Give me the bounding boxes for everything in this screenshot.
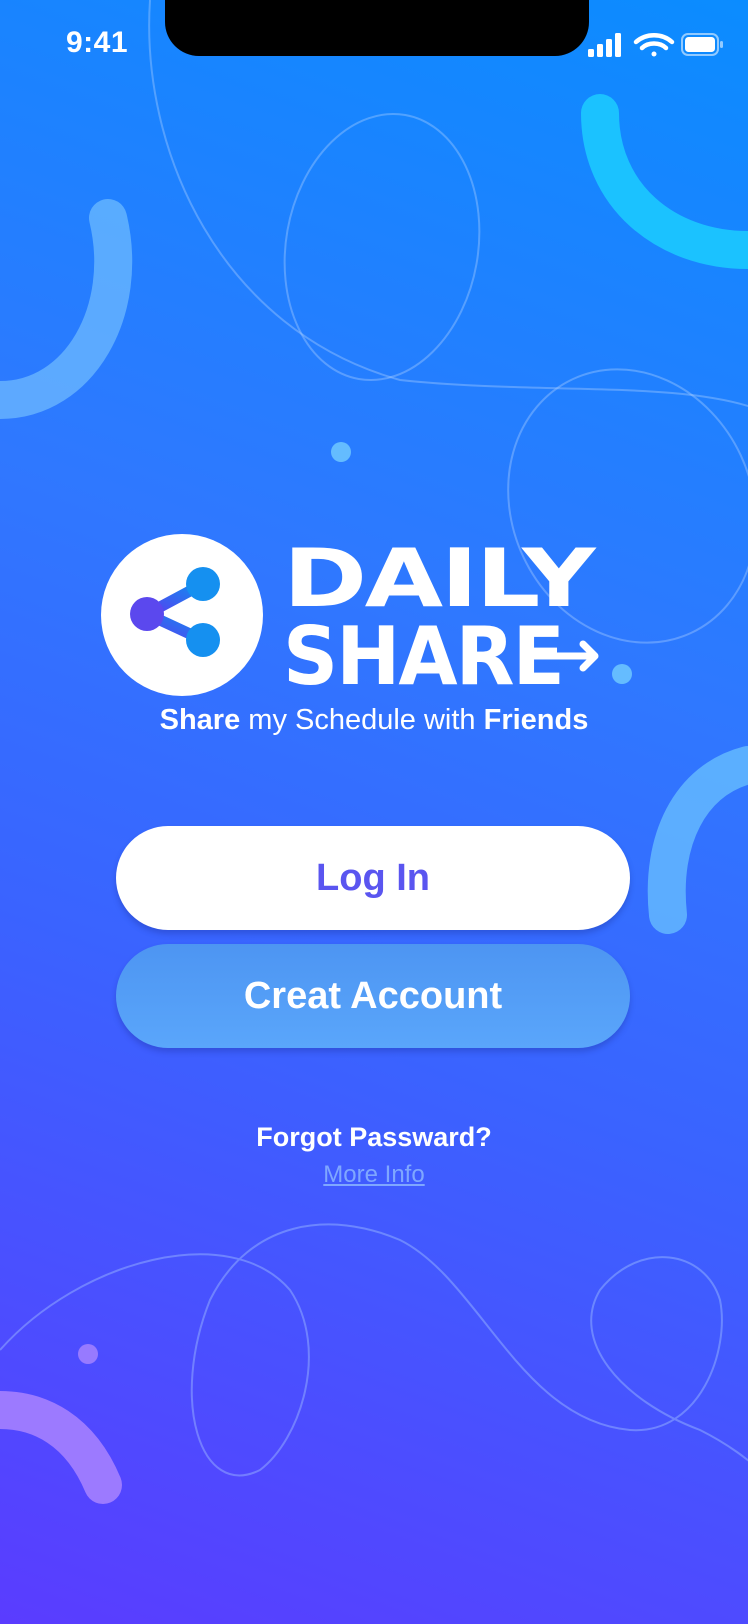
forgot-password-link[interactable]: Forgot Passward?	[0, 1122, 748, 1153]
battery-icon	[681, 33, 723, 56]
create-account-button[interactable]: Creat Account	[116, 944, 630, 1048]
background-decoration	[0, 0, 748, 1504]
login-button[interactable]: Log In	[116, 826, 630, 930]
wifi-icon	[633, 33, 675, 57]
wordmark-share: SHARE	[283, 610, 563, 694]
device-notch	[165, 0, 589, 56]
status-time: 9:41	[66, 26, 129, 59]
app-logo	[101, 534, 263, 696]
signal-icon	[588, 33, 621, 57]
more-info-link[interactable]: More Info	[323, 1161, 424, 1188]
app-tagline: Share my Schedule with Friends	[159, 704, 589, 736]
app-wordmark: DAILY SHARE	[283, 534, 599, 694]
share-icon	[130, 567, 220, 657]
status-icons	[588, 33, 723, 57]
login-screen: 9:41 DAILY SHARE Share my Schedule with …	[0, 0, 748, 1624]
